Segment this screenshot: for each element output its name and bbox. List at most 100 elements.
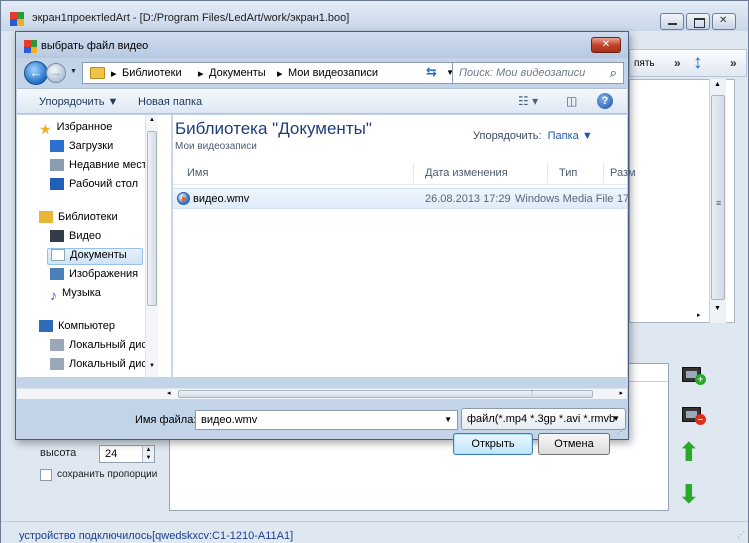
filename-input[interactable] [196, 411, 436, 429]
star-icon: ★ [39, 121, 52, 138]
nav-local-disk-1[interactable]: Локальный диск [50, 339, 152, 356]
column-date[interactable]: Дата изменения [425, 167, 508, 179]
nav-desktop[interactable]: Рабочий стол [50, 178, 138, 195]
video-icon [50, 230, 64, 243]
column-name[interactable]: Имя [187, 167, 208, 179]
documents-icon [51, 249, 65, 262]
dialog-title-bar: выбрать файл видео ✕ [16, 32, 628, 58]
nav-documents[interactable]: Документы [47, 248, 143, 265]
history-dropdown-icon[interactable]: ▼ [70, 68, 77, 75]
scroll-down-icon[interactable]: ▼ [714, 305, 721, 312]
arrange-by[interactable]: Упорядочить: Папка ▼ [473, 130, 593, 142]
breadcrumb-documents[interactable]: Документы [209, 67, 266, 79]
music-icon: ♪ [50, 287, 57, 304]
table-row[interactable]: видео.wmv 26.08.2013 17:29 Windows Media… [173, 188, 629, 209]
search-input[interactable]: Поиск: Мои видеозаписи ⌕ [452, 62, 624, 84]
file-horizontal-scrollbar[interactable]: ◂ ⦙ ▸ [164, 388, 627, 399]
nav-computer[interactable]: Компьютер [39, 320, 115, 337]
main-title-bar: экран1проектledArt - [D:/Program Files/L… [1, 1, 748, 31]
scroll-left-icon[interactable]: ◂ [167, 389, 171, 397]
scroll-right-icon[interactable]: ▸ [619, 389, 623, 397]
nav-scroll-thumb[interactable] [147, 131, 157, 306]
move-down-arrow-icon[interactable]: ⬇ [678, 479, 700, 510]
resize-grip-icon[interactable]: ⋰ [737, 530, 745, 539]
file-type-filter[interactable]: файл(*.mp4 *.3gp *.avi *.rmvb ▼ [461, 408, 626, 430]
minimize-button[interactable] [660, 13, 684, 30]
file-scroll-thumb[interactable]: ⦙ [178, 388, 593, 398]
command-bar: Упорядочить ▼ Новая папка ☷ ▾ ◫ ? [17, 88, 627, 114]
main-vertical-scrollbar[interactable]: ▲ ≡ ▼ [709, 79, 726, 323]
nav-local-disk-2[interactable]: Локальный диск [50, 358, 152, 375]
scroll-up-icon[interactable]: ▲ [149, 117, 155, 123]
view-options-icon[interactable]: ☷ ▾ [518, 94, 538, 108]
preview-pane-icon[interactable]: ◫ [566, 94, 577, 108]
column-size[interactable]: Разм [610, 167, 636, 179]
resize-grip-icon[interactable]: ⋰ [617, 427, 625, 436]
add-video-button[interactable]: + [680, 363, 706, 387]
nav-horizontal-scrollbar[interactable] [17, 388, 164, 399]
desktop-icon [50, 178, 64, 191]
breadcrumb-separator[interactable]: ▸ [277, 67, 283, 80]
status-bar: устройство подключилось[qwedskxcv:C1-121… [1, 521, 748, 543]
search-icon[interactable]: ⌕ [610, 65, 617, 81]
toolbar-overflow-icon-2[interactable]: » [730, 56, 737, 70]
filter-dropdown-icon[interactable]: ▼ [612, 414, 620, 423]
nav-recent[interactable]: Недавние места [50, 159, 153, 176]
file-list-pane: Библиотека "Документы" Мои видеозаписи У… [173, 115, 636, 377]
file-date: 26.08.2013 17:29 [425, 193, 511, 205]
scroll-up-icon[interactable]: ▲ [714, 81, 721, 88]
disk-icon [50, 358, 64, 371]
scroll-thumb[interactable]: ≡ [711, 95, 725, 300]
new-folder-button[interactable]: Новая папка [138, 96, 202, 108]
nav-music[interactable]: ♪ Музыка [50, 287, 101, 304]
cancel-button[interactable]: Отмена [538, 433, 610, 455]
vertical-arrows-icon[interactable]: ↕ [693, 52, 703, 74]
grip-icon: ≡ [716, 198, 722, 208]
dialog-close-button[interactable]: ✕ [591, 37, 621, 53]
height-stepper[interactable]: 24 ▲ ▼ [99, 445, 155, 463]
breadcrumb-separator[interactable]: ▸ [198, 67, 204, 80]
back-arrow-icon[interactable]: ← [24, 61, 48, 85]
nav-scrollbar[interactable]: ▲ ▼ [145, 115, 158, 377]
breadcrumb-libraries[interactable]: Библиотеки [122, 67, 182, 79]
height-value: 24 [105, 448, 118, 460]
keep-ratio-checkbox[interactable] [40, 469, 52, 481]
library-title: Библиотека "Документы" [175, 119, 372, 138]
help-icon[interactable]: ? [597, 93, 613, 109]
filename-field[interactable]: ▼ [195, 410, 458, 430]
nav-libraries[interactable]: Библиотеки [39, 211, 118, 228]
nav-video[interactable]: Видео [50, 230, 101, 247]
refresh-icon[interactable]: ⇆ [426, 64, 437, 80]
scroll-down-icon[interactable]: ▼ [149, 363, 155, 369]
column-type[interactable]: Тип [559, 167, 577, 179]
status-text: устройство подключилось[qwedskxcv:C1-121… [19, 530, 294, 542]
breadcrumb-my-videos[interactable]: Мои видеозаписи [288, 67, 378, 79]
computer-icon [39, 320, 53, 333]
organize-button[interactable]: Упорядочить ▼ [39, 96, 118, 108]
move-up-arrow-icon[interactable]: ⬆ [678, 437, 700, 468]
forward-arrow-icon[interactable]: → [46, 63, 66, 83]
downloads-icon [50, 140, 64, 153]
main-window-title: экран1проектledArt - [D:/Program Files/L… [32, 12, 350, 24]
arrange-label: Упорядочить: [473, 130, 542, 142]
address-bar[interactable]: ▸ Библиотеки ▸ Документы ▸ Мои видеозапи… [82, 62, 459, 84]
toolbar-overflow-icon[interactable]: » [674, 56, 681, 70]
toolbar-button-partial[interactable]: пять [634, 58, 655, 69]
file-type-filter-value: файл(*.mp4 *.3gp *.avi *.rmvb [467, 413, 616, 425]
nav-downloads[interactable]: Загрузки [50, 140, 113, 157]
file-name: видео.wmv [193, 193, 250, 205]
nav-favorites[interactable]: ★ Избранное [39, 121, 112, 138]
stepper-arrows-icon[interactable]: ▲ ▼ [142, 446, 154, 462]
library-subtitle: Мои видеозаписи [175, 141, 257, 152]
main-toolbar: пять » ↕ » [629, 49, 747, 77]
scroll-right-icon[interactable]: ▸ [697, 311, 701, 319]
arrange-value[interactable]: Папка ▼ [548, 130, 593, 142]
maximize-button[interactable] [686, 13, 710, 30]
breadcrumb-separator[interactable]: ▸ [111, 67, 117, 80]
remove-video-button[interactable]: – [680, 403, 706, 427]
close-window-button[interactable] [712, 13, 736, 30]
filename-dropdown-icon[interactable]: ▼ [444, 415, 452, 424]
main-horizontal-scrollbar[interactable]: ▸ [629, 312, 709, 323]
open-button[interactable]: Открыть [453, 433, 533, 455]
nav-images[interactable]: Изображения [50, 268, 138, 285]
